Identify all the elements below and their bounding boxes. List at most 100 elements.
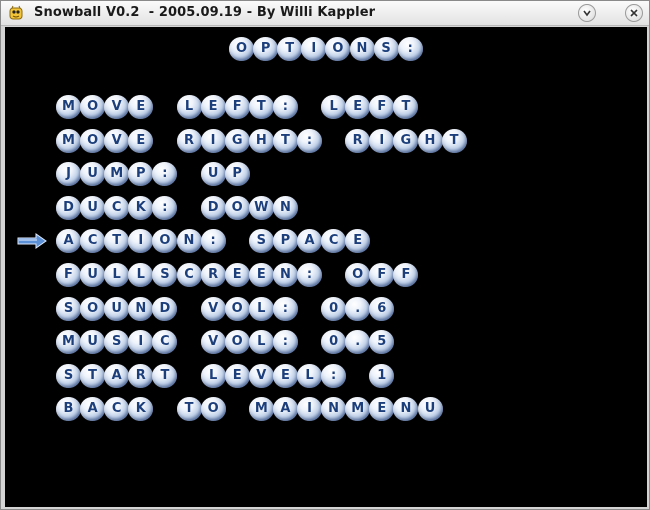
snowball-letter: E: [224, 263, 250, 287]
snowball-letter: O: [80, 95, 106, 119]
snowball-letter: M: [345, 397, 371, 422]
snowball-letter: L: [248, 296, 274, 321]
snowball-letter: H: [248, 128, 274, 153]
snowball-letter: D: [200, 195, 226, 220]
snowball-letter: N: [321, 397, 347, 422]
snowball-letter: I: [200, 128, 226, 153]
title-bar[interactable]: Snowball V0.2 - 2005.09.19 - By Willi Ka…: [1, 1, 649, 26]
snowball-letter: E: [345, 95, 371, 119]
snowball-game-icon: [9, 5, 23, 20]
snowball-letter: N: [393, 397, 419, 422]
snowball-letter: L: [128, 263, 154, 287]
snowball-letter: S: [104, 330, 130, 355]
snowball-letter: C: [176, 263, 202, 287]
snowball-letter: M: [56, 330, 81, 355]
snowball-letter: I: [297, 397, 322, 422]
snowball-letter: L: [176, 95, 202, 119]
snowball-letter: L: [321, 95, 347, 119]
snowball-letter: U: [417, 397, 443, 422]
snowball-letter: F: [369, 95, 395, 119]
snowball-letter: M: [56, 95, 81, 119]
snowball-letter: G: [224, 128, 250, 153]
close-icon: [630, 9, 638, 17]
snowball-letter: T: [272, 128, 298, 153]
snowball-letter: O: [325, 37, 351, 61]
snowball-letter: :: [152, 195, 178, 220]
window-close-button[interactable]: [625, 4, 643, 22]
snowball-letter: V: [248, 363, 274, 388]
snowball-letter: P: [128, 162, 154, 187]
snowball-letter: E: [369, 397, 395, 422]
snowball-letter: U: [80, 162, 106, 187]
snowball-letter: R: [128, 363, 154, 388]
snowball-letter: L: [297, 363, 322, 388]
snowball-letter: .: [345, 330, 371, 355]
snowball-letter: R: [345, 128, 371, 153]
snowball-letter: 0: [321, 296, 347, 321]
snowball-letter: S: [56, 296, 81, 321]
snowball-letter: D: [152, 296, 178, 321]
snowball-letter: C: [321, 229, 347, 254]
snowball-letter: 5: [369, 330, 395, 355]
snowball-letter: R: [176, 128, 202, 153]
snowball-letter: :: [397, 37, 423, 61]
snowball-letter: P: [224, 162, 250, 187]
snowball-letter: V: [104, 95, 130, 119]
snowball-letter: F: [56, 263, 81, 287]
snowball-letter: V: [104, 128, 130, 153]
snowball-letter: N: [128, 296, 154, 321]
snowball-letter: N: [272, 263, 298, 287]
snowball-letter: O: [229, 37, 254, 61]
snowball-letter: S: [373, 37, 399, 61]
snowball-letter: K: [128, 195, 154, 220]
snowball-letter: O: [152, 229, 178, 254]
snowball-letter: M: [248, 397, 274, 422]
snowball-letter: K: [128, 397, 154, 422]
snowball-letter: A: [272, 397, 298, 422]
snowball-letter: H: [417, 128, 443, 153]
arrow-right-icon: [17, 233, 47, 250]
snowball-letter: G: [393, 128, 419, 153]
snowball-letter: S: [56, 363, 81, 388]
snowball-letter: T: [248, 95, 274, 119]
snowball-letter: E: [272, 363, 298, 388]
snowball-letter: T: [393, 95, 419, 119]
snowball-letter: M: [56, 128, 81, 153]
snowball-letter: :: [272, 296, 298, 321]
snowball-letter: :: [297, 128, 322, 153]
game-window: Snowball V0.2 - 2005.09.19 - By Willi Ka…: [0, 0, 650, 510]
snowball-letter: 1: [369, 363, 395, 388]
snowball-letter: C: [104, 195, 130, 220]
snowball-letter: E: [200, 95, 226, 119]
snowball-letter: 6: [369, 296, 395, 321]
snowball-letter: V: [200, 296, 226, 321]
snowball-letter: E: [128, 95, 154, 119]
snowball-letter: .: [345, 296, 371, 321]
snowball-letter: U: [80, 263, 106, 287]
snowball-letter: E: [128, 128, 154, 153]
snowball-letter: O: [224, 330, 250, 355]
snowball-letter: U: [80, 330, 106, 355]
window-title: Snowball V0.2 - 2005.09.19 - By Willi Ka…: [34, 5, 376, 20]
window-menu-button[interactable]: [578, 4, 596, 22]
snowball-letter: O: [224, 195, 250, 220]
snowball-letter: L: [248, 330, 274, 355]
snowball-letter: U: [80, 195, 106, 220]
snowball-letter: U: [104, 296, 130, 321]
chevron-down-icon: [583, 10, 591, 17]
snowball-letter: N: [349, 37, 375, 61]
snowball-letter: I: [128, 229, 154, 254]
snowball-letter: R: [200, 263, 226, 287]
snowball-letter: I: [369, 128, 395, 153]
snowball-letter: E: [248, 263, 274, 287]
snowball-letter: L: [200, 363, 226, 388]
snowball-letter: N: [176, 229, 202, 254]
snowball-letter: S: [248, 229, 274, 254]
snowball-letter: A: [104, 363, 130, 388]
snowball-letter: O: [200, 397, 226, 422]
game-canvas[interactable]: OPTIONS: MOVELEFT:LEFTMOVERIGHT:RIGHTJUM…: [5, 27, 647, 507]
snowball-letter: N: [272, 195, 298, 220]
snowball-letter: M: [104, 162, 130, 187]
snowball-letter: F: [224, 95, 250, 119]
snowball-letter: P: [253, 37, 279, 61]
